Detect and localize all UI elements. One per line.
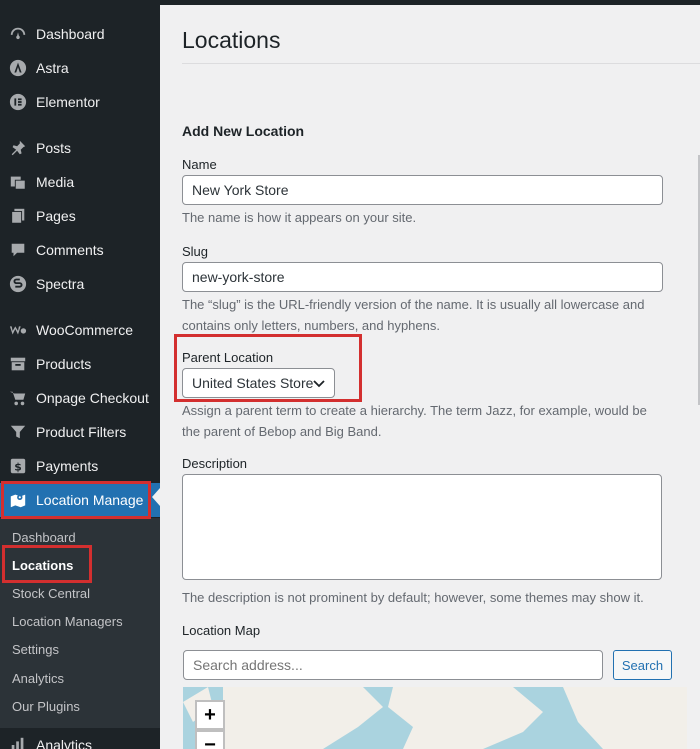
sidebar-item-woocommerce[interactable]: WooCommerce	[0, 313, 160, 347]
sidebar-item-label: Posts	[36, 140, 72, 156]
sidebar-item-dashboard[interactable]: Dashboard	[0, 17, 160, 51]
location-map-label: Location Map	[182, 623, 261, 638]
sidebar-item-label: Product Filters	[36, 424, 127, 440]
zoom-out-button[interactable]: −	[195, 730, 225, 749]
sidebar-item-products[interactable]: Products	[0, 347, 160, 381]
submenu-item-stock-central[interactable]: Stock Central	[12, 584, 90, 604]
sidebar-item-label: Analytics	[36, 737, 93, 749]
sidebar-item-analytics[interactable]: Analytics	[0, 728, 160, 749]
parent-location-select[interactable]: United States Store	[182, 368, 335, 398]
main-content: Locations Add New Location Name New York…	[160, 0, 700, 749]
sidebar-item-label: Spectra	[36, 276, 85, 292]
map-tiles	[183, 687, 687, 749]
description-help: The description is not prominent by defa…	[182, 590, 644, 605]
sidebar-item-label: WooCommerce	[36, 322, 133, 338]
sidebar-item-label: Location Manage	[36, 492, 144, 508]
submenu-item-our-plugins[interactable]: Our Plugins	[12, 697, 80, 717]
sidebar-item-label: Dashboard	[36, 26, 105, 42]
sidebar-item-elementor[interactable]: Elementor	[0, 85, 160, 119]
parent-help-line1: Assign a parent term to create a hierarc…	[182, 403, 647, 418]
search-button[interactable]: Search	[613, 650, 672, 680]
name-input[interactable]: New York Store	[182, 175, 663, 205]
sidebar-item-label: Pages	[36, 208, 76, 224]
sidebar-item-product-filters[interactable]: Product Filters	[0, 415, 160, 449]
description-label: Description	[182, 456, 248, 471]
submenu-item-dashboard[interactable]: Dashboard	[12, 528, 76, 548]
title-divider	[182, 63, 700, 64]
submenu-item-location-managers[interactable]: Location Managers	[12, 612, 123, 632]
parent-location-selected: United States Store	[192, 375, 314, 391]
name-help: The name is how it appears on your site.	[182, 210, 417, 225]
slug-label: Slug	[182, 244, 209, 259]
zoom-in-button[interactable]: +	[195, 700, 225, 730]
submenu-item-settings[interactable]: Settings	[12, 640, 59, 660]
woocommerce-icon	[8, 320, 28, 340]
media-icon	[8, 172, 28, 192]
sidebar-item-label: Comments	[36, 242, 104, 258]
address-search-input[interactable]	[183, 650, 603, 680]
dashboard-icon	[8, 24, 28, 44]
pages-icon	[8, 206, 28, 226]
sidebar-item-pages[interactable]: Pages	[0, 199, 160, 233]
submenu-item-locations[interactable]: Locations	[12, 556, 73, 576]
name-label: Name	[182, 157, 217, 172]
sidebar-item-astra[interactable]: Astra	[0, 51, 160, 85]
sidebar-item-media[interactable]: Media	[0, 165, 160, 199]
sidebar-item-label: Onpage Checkout	[36, 390, 149, 406]
dollar-icon: $	[8, 456, 28, 476]
sidebar-item-payments[interactable]: $ Payments	[0, 449, 160, 483]
description-textarea[interactable]	[182, 474, 662, 580]
chevron-down-icon	[313, 380, 325, 388]
svg-text:$: $	[14, 461, 22, 474]
sidebar-item-comments[interactable]: Comments	[0, 233, 160, 267]
form-heading: Add New Location	[182, 123, 305, 139]
sidebar-item-spectra[interactable]: Spectra	[0, 267, 160, 301]
map-icon	[8, 490, 28, 510]
current-menu-arrow	[152, 488, 160, 506]
parent-location-label: Parent Location	[182, 350, 274, 365]
cart-icon	[8, 388, 28, 408]
page-title: Locations	[182, 27, 281, 53]
elementor-icon	[8, 92, 28, 112]
spectra-icon	[8, 274, 28, 294]
slug-help-line1: The “slug” is the URL-friendly version o…	[182, 297, 645, 312]
sidebar-item-label: Astra	[36, 60, 69, 76]
admin-sidebar: Dashboard Astra Elementor Posts Media Pa…	[0, 0, 160, 749]
filter-icon	[8, 422, 28, 442]
parent-help-line2: the parent of Bebop and Big Band.	[182, 424, 382, 439]
sidebar-item-posts[interactable]: Posts	[0, 131, 160, 165]
sidebar-item-label: Payments	[36, 458, 99, 474]
astra-icon	[8, 58, 28, 78]
sidebar-item-onpage-checkout[interactable]: Onpage Checkout	[0, 381, 160, 415]
pushpin-icon	[8, 138, 28, 158]
sidebar-item-label: Elementor	[36, 94, 100, 110]
sidebar-item-label: Media	[36, 174, 75, 190]
slug-input[interactable]: new-york-store	[182, 262, 663, 292]
archive-icon	[8, 354, 28, 374]
sidebar-item-location-manage[interactable]: Location Manage	[0, 483, 160, 517]
location-map[interactable]: + −	[183, 687, 687, 749]
location-manage-submenu: Dashboard Locations Stock Central Locati…	[0, 518, 160, 728]
slug-help-line2: contains only letters, numbers, and hyph…	[182, 318, 440, 333]
comment-icon	[8, 240, 28, 260]
chart-icon	[8, 735, 28, 749]
sidebar-item-label: Products	[36, 356, 92, 372]
admin-bar	[160, 0, 700, 5]
submenu-item-analytics[interactable]: Analytics	[12, 669, 64, 689]
